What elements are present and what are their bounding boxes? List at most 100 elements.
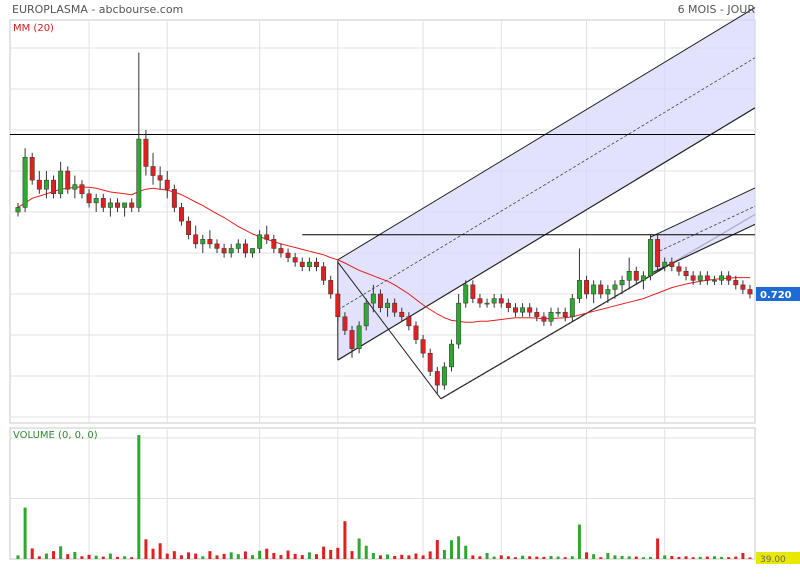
volume-bar: [52, 551, 56, 559]
volume-panel: [9, 427, 756, 560]
volume-bar: [279, 555, 283, 559]
volume-bar: [606, 552, 610, 559]
volume-bar: [428, 551, 432, 559]
volume-bar: [80, 556, 84, 559]
volume-bar: [698, 556, 702, 559]
volume-bar: [627, 556, 631, 559]
candle-body: [385, 302, 391, 308]
volume-bar: [165, 553, 169, 559]
candle-body: [449, 343, 454, 368]
volume-bar: [400, 554, 404, 559]
volume-bar: [641, 557, 645, 559]
volume-bar: [378, 555, 382, 559]
candle-body: [214, 243, 220, 249]
candle-body: [626, 270, 632, 281]
candle-body: [683, 270, 689, 277]
candle-body: [420, 339, 426, 354]
candle-body: [292, 257, 298, 263]
candle-body: [179, 207, 184, 222]
volume-bar: [300, 555, 304, 559]
candle-body: [58, 170, 64, 195]
candle-body: [228, 248, 234, 254]
candle-body: [143, 138, 149, 167]
volume-bar: [499, 555, 503, 559]
candle: [356, 321, 362, 354]
volume-bar: [314, 554, 318, 559]
candle-body: [235, 243, 241, 249]
volume-bar: [599, 557, 603, 559]
candle-body: [36, 179, 42, 190]
volume-label: VOLUME (0, 0, 0): [13, 430, 98, 441]
candle-body: [527, 307, 533, 313]
candle-body: [605, 289, 611, 295]
candle-body: [72, 184, 78, 190]
candle-body: [484, 302, 490, 305]
volume-bar: [407, 555, 411, 559]
volume-bar: [94, 555, 98, 559]
candle-body: [65, 170, 71, 190]
candle-body: [15, 207, 21, 213]
volume-bar: [464, 545, 468, 559]
volume-bar: [179, 555, 183, 559]
candle-body: [271, 239, 277, 249]
candle-body: [470, 284, 476, 299]
volume-bar: [393, 555, 397, 559]
candle-body: [584, 280, 589, 295]
volume-bar: [528, 556, 532, 559]
candle: [29, 152, 35, 185]
candle-body: [129, 202, 135, 208]
candle-body: [434, 371, 440, 386]
candle-body: [242, 243, 248, 254]
volume-bar: [44, 553, 48, 559]
volume-bar: [549, 555, 553, 559]
candle: [449, 339, 454, 372]
volume-bar: [506, 556, 510, 559]
candle-body: [463, 284, 469, 304]
candle-body: [591, 284, 597, 295]
volume-bar: [556, 556, 560, 559]
candle-body: [740, 284, 746, 290]
volume-bar: [222, 553, 226, 559]
candle-body: [257, 234, 263, 249]
volume-bar: [229, 552, 233, 559]
volume-bar: [201, 556, 205, 559]
candle-body: [79, 184, 85, 195]
volume-bar: [364, 545, 368, 559]
volume-bar: [293, 553, 297, 559]
volume-bar: [194, 553, 198, 559]
candle-body: [86, 193, 92, 204]
volume-bar: [634, 556, 638, 559]
candle-body: [612, 284, 618, 290]
volume-bar: [208, 551, 212, 559]
volume-bar: [414, 553, 418, 559]
volume-bar: [535, 556, 539, 559]
candle-body: [306, 261, 312, 267]
candle-body: [534, 311, 540, 318]
volume-bar: [30, 548, 34, 559]
candle-body: [477, 298, 483, 304]
candle-body: [193, 234, 199, 245]
volume-bar: [350, 551, 354, 559]
candle-body: [669, 261, 675, 267]
candle-body: [392, 302, 398, 313]
volume-bar: [336, 547, 340, 559]
candle-body: [328, 280, 334, 295]
candle-body: [356, 325, 362, 349]
volume-bar: [265, 548, 269, 559]
last-price-value: 0.720: [760, 290, 792, 301]
candle-body: [640, 275, 646, 281]
candle-body: [51, 179, 56, 195]
volume-bar: [741, 552, 745, 559]
candle-body: [569, 298, 575, 318]
volume-bar: [485, 552, 489, 559]
volume-bar: [343, 521, 347, 559]
volume-bar: [656, 538, 660, 559]
candle: [335, 289, 341, 322]
candle-body: [520, 307, 526, 313]
candle-body: [399, 311, 405, 318]
volume-bar: [670, 555, 674, 559]
volume-bar: [577, 524, 581, 559]
volume-bar: [236, 554, 240, 559]
candle-body: [100, 198, 106, 208]
volume-bar: [158, 543, 162, 559]
